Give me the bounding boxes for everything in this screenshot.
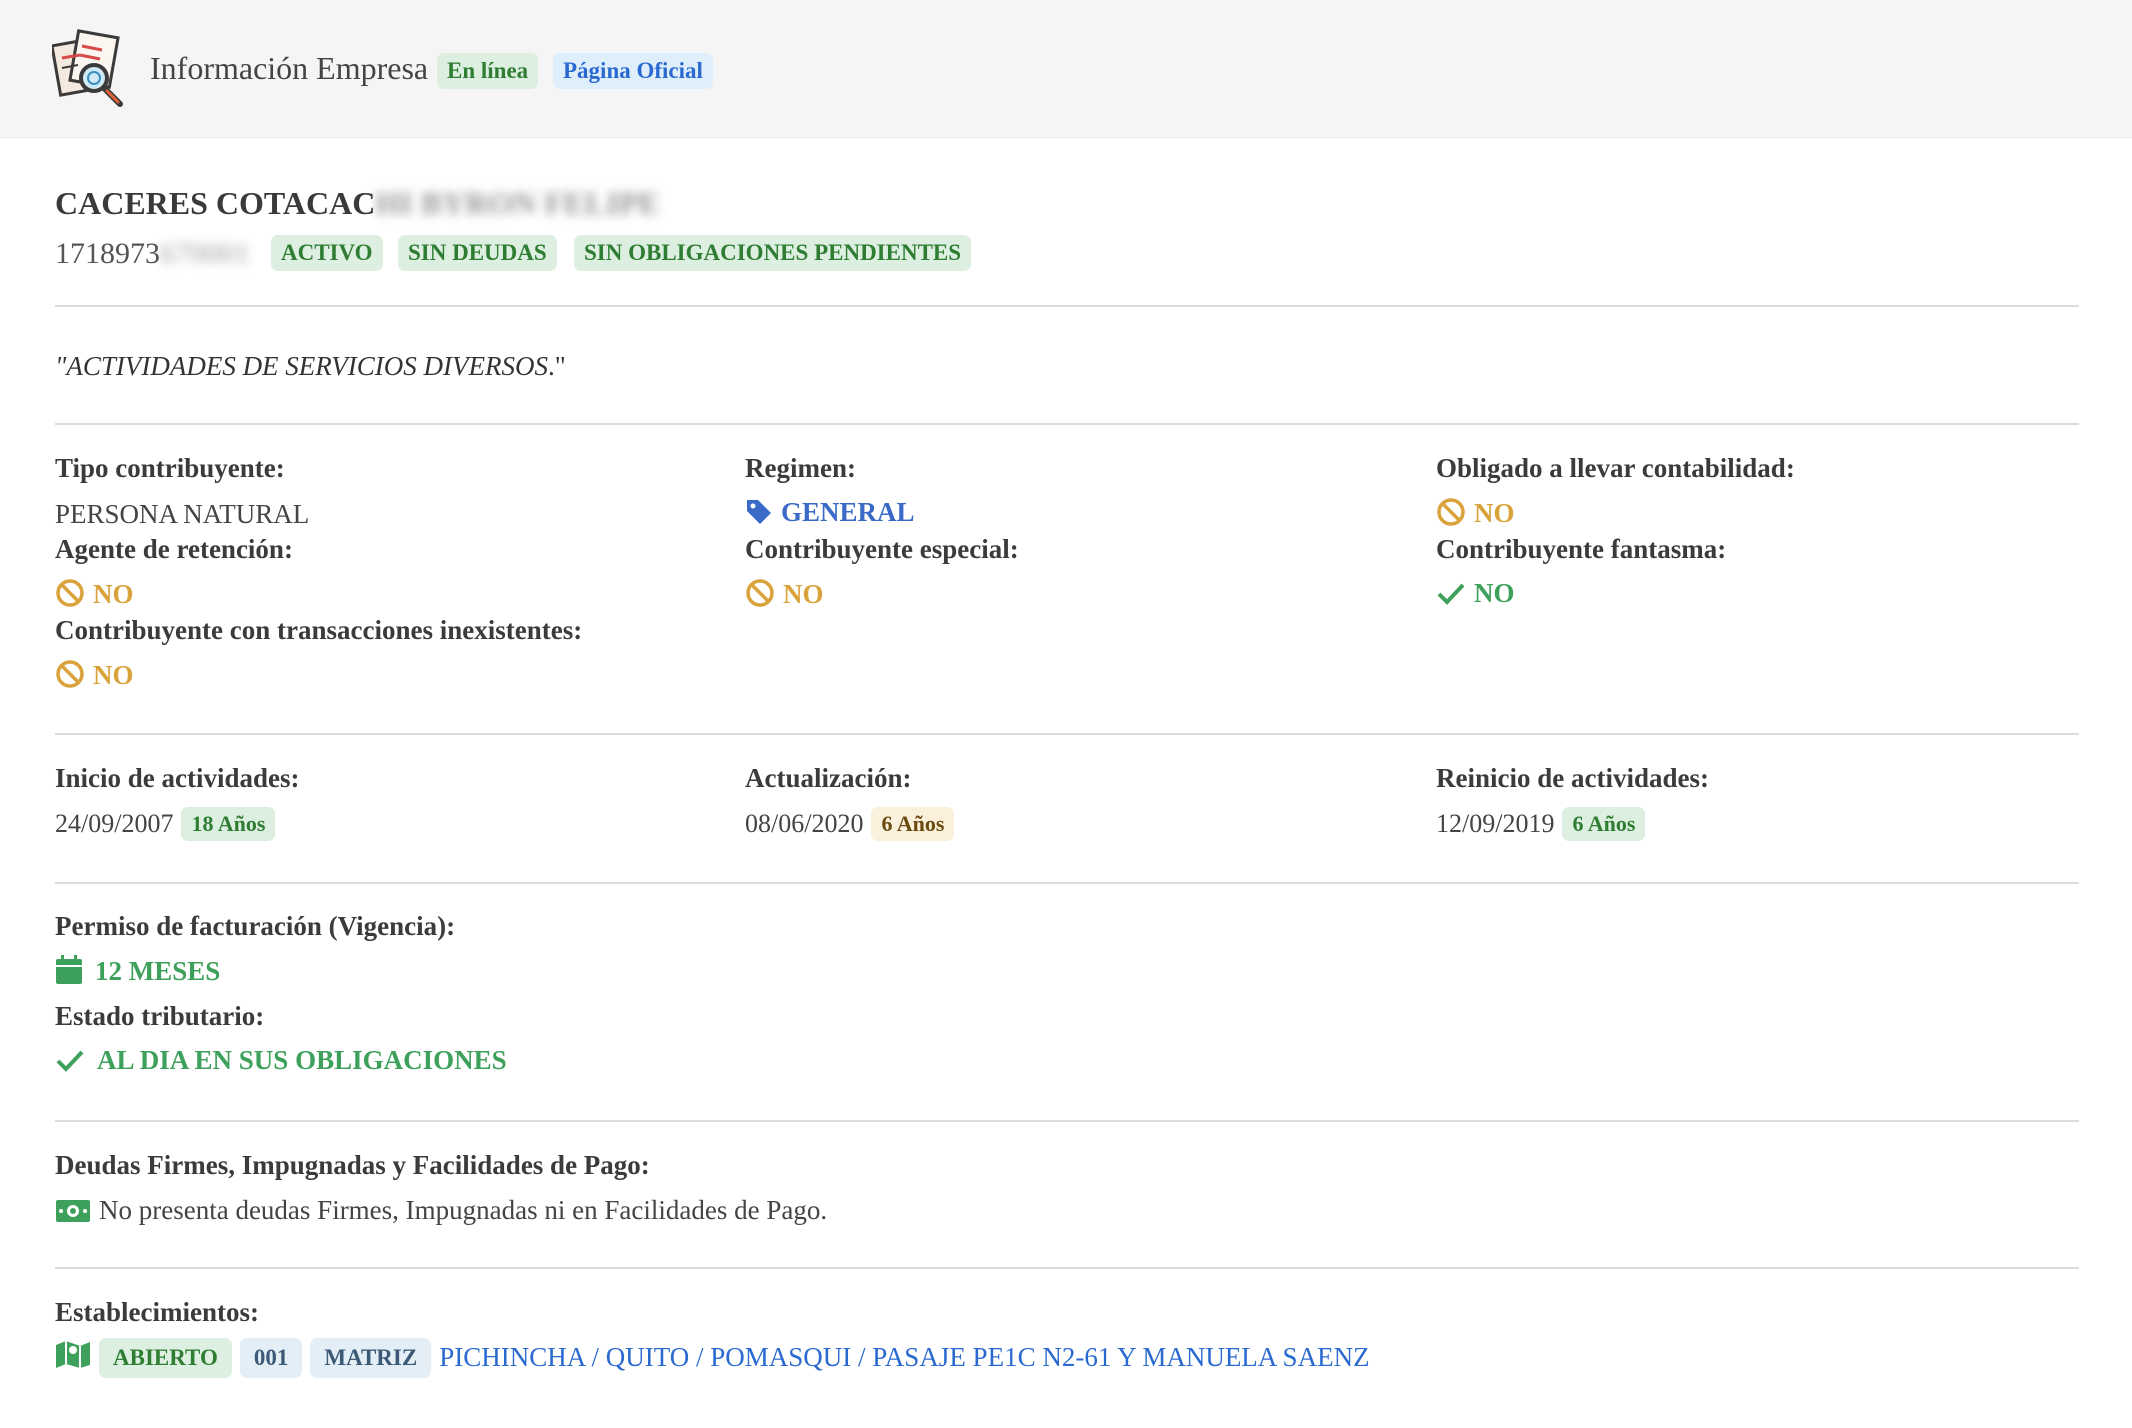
ban-icon <box>56 660 84 688</box>
official-page-link[interactable]: Página Oficial <box>553 53 713 89</box>
establecimiento-number-badge: 001 <box>239 1338 303 1378</box>
company-name-visible: CACERES COTACAC <box>55 185 376 221</box>
establecimiento-type-badge: MATRIZ <box>310 1338 432 1378</box>
tag-icon <box>747 500 771 524</box>
check-icon <box>56 1050 84 1072</box>
company-name-blurred: HI BYRON FELIPE <box>375 185 660 221</box>
regimen-value-text: GENERAL <box>781 497 915 527</box>
establecimiento-status-badge: ABIERTO <box>99 1338 232 1378</box>
divider <box>55 305 2079 307</box>
divider <box>55 1267 2079 1269</box>
establecimiento-row: ABIERTO 001 MATRIZ PICHINCHA / QUITO / POMA… <box>55 1338 1370 1378</box>
actualizacion-age-badge: 6 Años <box>871 807 955 842</box>
transacciones-inexistentes-label: Contribuyente con transacciones inexiste… <box>55 615 583 645</box>
inicio-actividades-label: Inicio de actividades: <box>55 763 300 793</box>
contribuyente-fantasma-label: Contribuyente fantasma: <box>1436 534 1727 564</box>
estado-value-text: AL DIA EN SUS OBLIGACIONES <box>97 1045 507 1075</box>
ruc-blurred: 670001 <box>160 237 250 270</box>
transacciones-inexistentes-value: NO <box>55 659 134 691</box>
activity-quote: "ACTIVIDADES DE SERVICIOS DIVERSOS <box>55 351 549 381</box>
actualizacion-date: 08/06/2020 <box>745 809 864 838</box>
regimen-value: GENERAL <box>745 497 915 528</box>
tipo-contribuyente-label: Tipo contribuyente: <box>55 453 285 483</box>
company-ruc: 1718973670001 <box>55 237 250 271</box>
fantasma-value-text: NO <box>1474 578 1515 608</box>
contribuyente-especial-label: Contribuyente especial: <box>745 534 1019 564</box>
deudas-text: No presenta deudas Firmes, Impugnadas ni… <box>99 1195 828 1225</box>
status-badge-sin-obligaciones: SIN OBLIGACIONES PENDIENTES <box>574 235 972 271</box>
agente-value-text: NO <box>93 579 134 609</box>
divider <box>55 882 2079 884</box>
inexistentes-value-text: NO <box>93 660 134 690</box>
establecimiento-address-link[interactable]: PICHINCHA / QUITO / POMASQUI / PASAJE PE… <box>439 1342 1369 1372</box>
especial-value-text: NO <box>783 579 824 609</box>
establecimientos-label: Establecimientos: <box>55 1297 259 1327</box>
contribuyente-fantasma-value: NO <box>1436 578 1515 609</box>
inicio-actividades-value: 24/09/2007 18 Años <box>55 807 276 842</box>
permiso-facturacion-label: Permiso de facturación (Vigencia): <box>55 911 456 941</box>
reinicio-actividades-value: 12/09/2019 6 Años <box>1436 807 1646 842</box>
contribuyente-especial-value: NO <box>745 578 824 610</box>
documents-magnifier-icon <box>52 29 123 107</box>
agente-retencion-value: NO <box>55 578 134 610</box>
reinicio-date: 12/09/2019 <box>1436 809 1555 838</box>
status-badge-activo: ACTIVO <box>271 235 383 271</box>
reinicio-actividades-label: Reinicio de actividades: <box>1436 763 1709 793</box>
deudas-label: Deudas Firmes, Impugnadas y Facilidades … <box>55 1150 650 1180</box>
header-title: Información Empresa <box>150 50 429 86</box>
status-badge-sin-deudas: SIN DEUDAS <box>398 235 557 271</box>
inicio-age-badge: 18 Años <box>181 807 276 842</box>
estado-tributario-label: Estado tributario: <box>55 1001 265 1031</box>
reinicio-age-badge: 6 Años <box>1562 807 1646 842</box>
ban-icon <box>56 579 84 607</box>
obligado-contabilidad-label: Obligado a llevar contabilidad: <box>1436 453 1795 483</box>
permiso-facturacion-value: 12 MESES <box>55 955 220 987</box>
page-header: Información Empresa En línea Página Ofic… <box>0 0 2132 138</box>
activity-quote-tail: ." <box>548 351 566 381</box>
deudas-value: No presenta deudas Firmes, Impugnadas ni… <box>55 1195 827 1226</box>
divider <box>55 1120 2079 1122</box>
obligado-value-text: NO <box>1474 498 1515 528</box>
divider <box>55 423 2079 425</box>
divider <box>55 733 2079 735</box>
actualizacion-label: Actualización: <box>745 763 912 793</box>
activity-description: "ACTIVIDADES DE SERVICIOS DIVERSOS." <box>55 351 566 382</box>
ruc-visible: 1718973 <box>55 237 160 270</box>
money-bill-icon <box>56 1200 90 1222</box>
estado-tributario-value: AL DIA EN SUS OBLIGACIONES <box>55 1045 507 1076</box>
calendar-icon <box>56 955 82 984</box>
online-badge: En línea <box>437 53 539 89</box>
actualizacion-value: 08/06/2020 6 Años <box>745 807 955 842</box>
permiso-value-text: 12 MESES <box>95 956 221 986</box>
ban-icon <box>1437 498 1465 526</box>
agente-retencion-label: Agente de retención: <box>55 534 293 564</box>
ban-icon <box>746 579 774 607</box>
check-icon <box>1437 583 1465 605</box>
inicio-date: 24/09/2007 <box>55 809 174 838</box>
map-icon <box>56 1341 90 1368</box>
company-name: CACERES COTACACHI BYRON FELIPE <box>55 185 660 222</box>
tipo-contribuyente-value: PERSONA NATURAL <box>55 499 310 529</box>
regimen-label: Regimen: <box>745 453 856 483</box>
obligado-contabilidad-value: NO <box>1436 497 1515 529</box>
